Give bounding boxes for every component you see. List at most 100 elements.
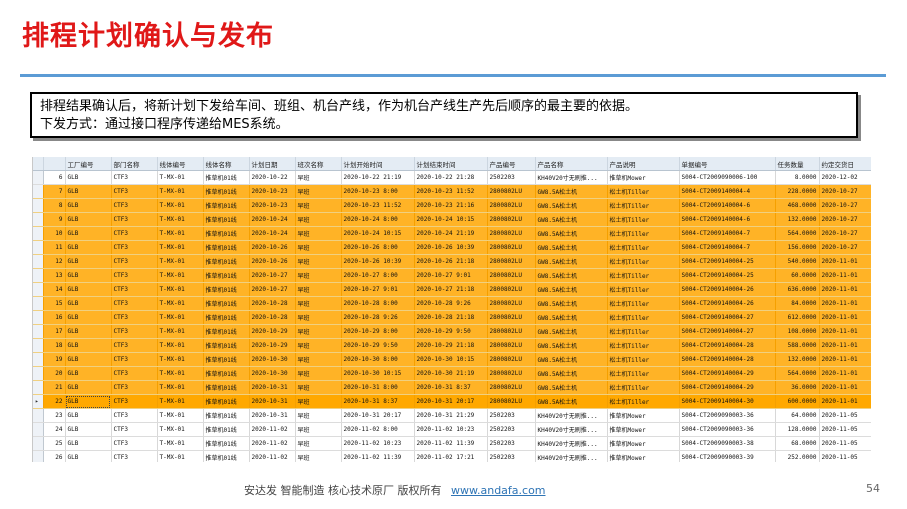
dept-cell[interactable]: CTF3 — [111, 268, 158, 283]
shift-cell[interactable]: 早班 — [295, 366, 342, 381]
product-desc-cell[interactable]: 松土机Tiller — [607, 352, 680, 367]
doc-no-cell[interactable]: S004-CT2009140004-27 — [679, 324, 776, 339]
product-name-cell[interactable]: GW8.5A松土机 — [535, 226, 608, 241]
line-name-cell[interactable]: 推草机01线 — [203, 310, 250, 325]
factory-cell[interactable]: GLB — [65, 408, 112, 423]
start-time-cell[interactable]: 2020-10-26 8:00 — [341, 240, 415, 255]
doc-no-cell[interactable]: S004-CT2009140004-26 — [679, 296, 776, 311]
due-date-cell[interactable]: 2020-10-27 — [819, 198, 871, 213]
qty-cell[interactable]: 132.0000 — [775, 212, 820, 227]
doc-no-cell[interactable]: S004-CT2009140004-26 — [679, 282, 776, 297]
product-name-cell[interactable]: KH40V20寸无刷推... — [535, 170, 608, 185]
qty-cell[interactable]: 636.0000 — [775, 282, 820, 297]
col-header-end[interactable]: 计划结束时间 — [414, 157, 488, 171]
row-number[interactable]: 22 — [43, 394, 66, 409]
product-no-cell[interactable]: 2502203 — [487, 450, 536, 462]
line-no-cell[interactable]: T-MX-01 — [157, 324, 204, 339]
product-no-cell[interactable]: 2800802LU — [487, 226, 536, 241]
qty-cell[interactable]: 36.0000 — [775, 380, 820, 395]
table-row[interactable]: 10 GLB CTF3 T-MX-01 推草机01线 2020-10-24 早班 2020-1… — [33, 226, 871, 241]
line-name-cell[interactable]: 推草机01线 — [203, 296, 250, 311]
start-time-cell[interactable]: 2020-10-26 10:39 — [341, 254, 415, 269]
plan-date-cell[interactable]: 2020-10-23 — [249, 198, 296, 213]
product-name-cell[interactable]: GW8.5A松土机 — [535, 282, 608, 297]
product-name-cell[interactable]: GW8.5A松土机 — [535, 352, 608, 367]
table-row[interactable]: 25 GLB CTF3 T-MX-01 推草机01线 2020-11-02 早班 2020-1… — [33, 436, 871, 451]
row-indicator[interactable] — [33, 450, 44, 462]
line-name-cell[interactable]: 推草机01线 — [203, 408, 250, 423]
product-name-cell[interactable]: GW8.5A松土机 — [535, 212, 608, 227]
plan-date-cell[interactable]: 2020-10-31 — [249, 380, 296, 395]
end-time-cell[interactable]: 2020-10-24 21:19 — [414, 226, 488, 241]
factory-cell[interactable]: GLB — [65, 436, 112, 451]
row-indicator[interactable] — [33, 226, 44, 241]
shift-cell[interactable]: 早班 — [295, 240, 342, 255]
qty-cell[interactable]: 252.0000 — [775, 450, 820, 462]
col-header-qty[interactable]: 任务数量 — [775, 157, 820, 171]
doc-no-cell[interactable]: S004-CT2009090003-36 — [679, 408, 776, 423]
shift-cell[interactable]: 早班 — [295, 338, 342, 353]
shift-cell[interactable]: 早班 — [295, 170, 342, 185]
row-indicator[interactable] — [33, 254, 44, 269]
factory-cell[interactable]: GLB — [65, 310, 112, 325]
row-indicator[interactable] — [33, 338, 44, 353]
plan-date-cell[interactable]: 2020-10-31 — [249, 408, 296, 423]
shift-cell[interactable]: 早班 — [295, 296, 342, 311]
product-no-cell[interactable]: 2800802LU — [487, 198, 536, 213]
doc-no-cell[interactable]: S004-CT2009140004-30 — [679, 394, 776, 409]
product-desc-cell[interactable]: 松土机Tiller — [607, 366, 680, 381]
product-name-cell[interactable]: GW8.5A松土机 — [535, 198, 608, 213]
line-no-cell[interactable]: T-MX-01 — [157, 380, 204, 395]
doc-no-cell[interactable]: S004-CT2009140004-6 — [679, 212, 776, 227]
line-no-cell[interactable]: T-MX-01 — [157, 310, 204, 325]
doc-no-cell[interactable]: S004-CT2009140004-4 — [679, 184, 776, 199]
dept-cell[interactable]: CTF3 — [111, 408, 158, 423]
end-time-cell[interactable]: 2020-10-23 11:52 — [414, 184, 488, 199]
dept-cell[interactable]: CTF3 — [111, 170, 158, 185]
plan-date-cell[interactable]: 2020-10-30 — [249, 352, 296, 367]
qty-cell[interactable]: 84.0000 — [775, 296, 820, 311]
line-name-cell[interactable]: 推草机01线 — [203, 436, 250, 451]
product-name-cell[interactable]: GW8.5A松土机 — [535, 254, 608, 269]
row-indicator[interactable]: ▸ — [33, 394, 44, 409]
product-name-cell[interactable]: GW8.5A松土机 — [535, 338, 608, 353]
col-header-line-no[interactable]: 线体编号 — [157, 157, 204, 171]
shift-cell[interactable]: 早班 — [295, 352, 342, 367]
end-time-cell[interactable]: 2020-11-02 17:21 — [414, 450, 488, 462]
line-no-cell[interactable]: T-MX-01 — [157, 212, 204, 227]
due-date-cell[interactable]: 2020-11-05 — [819, 408, 871, 423]
doc-no-cell[interactable]: S004-CT2009090003-38 — [679, 436, 776, 451]
row-number[interactable]: 17 — [43, 324, 66, 339]
dept-cell[interactable]: CTF3 — [111, 254, 158, 269]
factory-cell[interactable]: GLB — [65, 338, 112, 353]
product-name-cell[interactable]: GW8.5A松土机 — [535, 380, 608, 395]
row-number[interactable]: 6 — [43, 170, 66, 185]
shift-cell[interactable]: 早班 — [295, 212, 342, 227]
line-name-cell[interactable]: 推草机01线 — [203, 212, 250, 227]
table-row[interactable]: 24 GLB CTF3 T-MX-01 推草机01线 2020-11-02 早班 2020-1… — [33, 422, 871, 437]
product-desc-cell[interactable]: 松土机Tiller — [607, 254, 680, 269]
end-time-cell[interactable]: 2020-10-29 21:18 — [414, 338, 488, 353]
due-date-cell[interactable]: 2020-11-05 — [819, 422, 871, 437]
product-no-cell[interactable]: 2800802LU — [487, 338, 536, 353]
line-no-cell[interactable]: T-MX-01 — [157, 254, 204, 269]
product-name-cell[interactable]: GW8.5A松土机 — [535, 296, 608, 311]
row-number[interactable]: 24 — [43, 422, 66, 437]
shift-cell[interactable]: 早班 — [295, 282, 342, 297]
factory-cell[interactable]: GLB — [65, 450, 112, 462]
table-row[interactable]: 14 GLB CTF3 T-MX-01 推草机01线 2020-10-27 早班 2020-1… — [33, 282, 871, 297]
factory-cell[interactable]: GLB — [65, 366, 112, 381]
table-row[interactable]: 11 GLB CTF3 T-MX-01 推草机01线 2020-10-26 早班 2020-1… — [33, 240, 871, 255]
qty-cell[interactable]: 156.0000 — [775, 240, 820, 255]
line-no-cell[interactable]: T-MX-01 — [157, 198, 204, 213]
dept-cell[interactable]: CTF3 — [111, 184, 158, 199]
table-row[interactable]: 8 GLB CTF3 T-MX-01 推草机01线 2020-10-23 早班 2020-10… — [33, 198, 871, 213]
due-date-cell[interactable]: 2020-10-27 — [819, 226, 871, 241]
due-date-cell[interactable]: 2020-10-27 — [819, 240, 871, 255]
line-name-cell[interactable]: 推草机01线 — [203, 324, 250, 339]
product-no-cell[interactable]: 2800802LU — [487, 366, 536, 381]
table-row[interactable]: ▸ 22 GLB CTF3 T-MX-01 推草机01线 2020-10-31 早班 2020-… — [33, 394, 871, 409]
factory-cell[interactable]: GLB — [65, 282, 112, 297]
product-desc-cell[interactable]: 推草机Mower — [607, 450, 680, 462]
end-time-cell[interactable]: 2020-10-24 10:15 — [414, 212, 488, 227]
